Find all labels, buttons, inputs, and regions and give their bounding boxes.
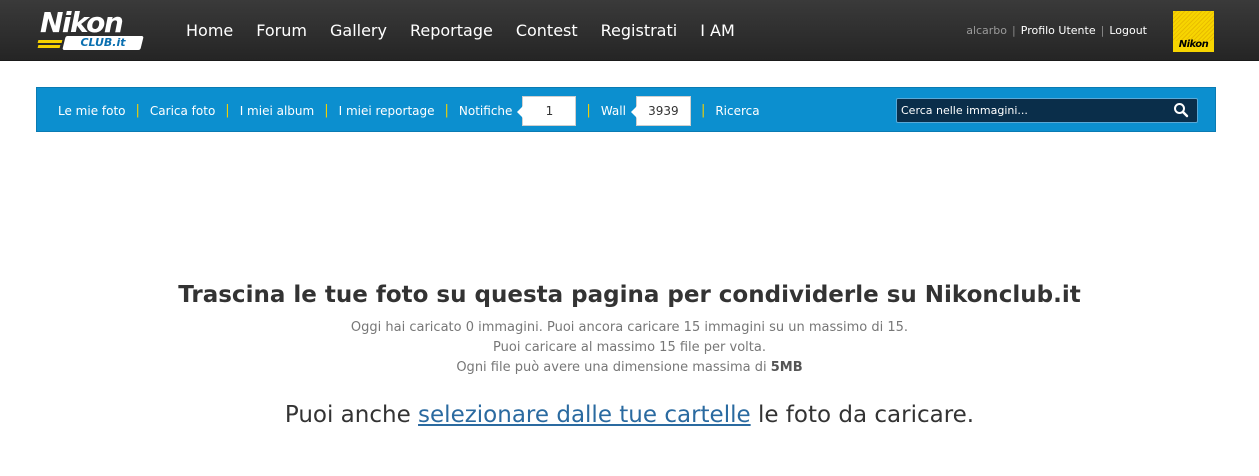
profile-link[interactable]: Profilo Utente: [1021, 24, 1096, 37]
subnav-upload-photos[interactable]: Carica foto: [150, 104, 215, 118]
subnav-notifications[interactable]: Notifiche: [459, 104, 513, 118]
nav-reportage[interactable]: Reportage: [410, 21, 493, 41]
logo-stripe: [37, 40, 63, 43]
select-suffix: le foto da caricare.: [757, 402, 975, 428]
subnav-my-albums[interactable]: I miei album: [240, 104, 315, 118]
main-nav: Home Forum Gallery Reportage Contest Reg…: [186, 0, 758, 61]
logo-sub-text: CLUB.it: [80, 36, 126, 49]
separator: |: [225, 103, 230, 118]
image-search-box: [896, 98, 1198, 123]
select-from-folders-link[interactable]: selezionare dalle tue cartelle: [418, 402, 751, 428]
subnav-wall[interactable]: Wall: [601, 104, 626, 118]
upload-info: Oggi hai caricato 0 immagini. Puoi ancor…: [0, 318, 1259, 378]
select-folders-line: Puoi anche selezionare dalle tue cartell…: [0, 400, 1259, 430]
nav-registrati[interactable]: Registrati: [601, 21, 678, 41]
nav-home[interactable]: Home: [186, 21, 233, 41]
nikonclub-logo[interactable]: Nikon CLUB.it: [37, 6, 146, 52]
nav-contest[interactable]: Contest: [516, 21, 578, 41]
subnav-search[interactable]: Ricerca: [715, 104, 759, 118]
separator: |: [444, 103, 449, 118]
max-size-label: Ogni file può avere una dimensione massi…: [456, 360, 767, 375]
nav-forum[interactable]: Forum: [256, 21, 307, 41]
separator: |: [1012, 24, 1016, 37]
upload-info-line: Oggi hai caricato 0 immagini. Puoi ancor…: [350, 320, 909, 335]
upload-headline: Trascina le tue foto su questa pagina pe…: [178, 282, 1081, 308]
separator: |: [700, 103, 706, 118]
logo-sub-badge: CLUB.it: [62, 36, 144, 50]
max-size-value: 5MB: [770, 360, 803, 375]
notifications-count[interactable]: 1: [517, 95, 577, 126]
user-nav: alcarbo | Profilo Utente | Logout: [966, 0, 1147, 61]
select-prefix: Puoi anche: [284, 402, 411, 428]
image-search-input[interactable]: [897, 99, 1167, 122]
upload-drop-area[interactable]: Trascina le tue foto su questa pagina pe…: [0, 280, 1259, 430]
separator: |: [586, 103, 591, 118]
sub-nav: Le mie foto | Carica foto | I miei album…: [58, 88, 760, 133]
badge-rays: [1173, 11, 1214, 41]
top-bar: Nikon CLUB.it Home Forum Gallery Reporta…: [0, 0, 1259, 61]
logo-stripe: [37, 45, 61, 48]
subnav-my-photos[interactable]: Le mie foto: [58, 104, 126, 118]
sub-nav-bar: Le mie foto | Carica foto | I miei album…: [36, 87, 1216, 132]
subnav-my-reportages[interactable]: I miei reportage: [339, 104, 435, 118]
nav-gallery[interactable]: Gallery: [330, 21, 387, 41]
nikon-brand-badge[interactable]: Nikon: [1173, 11, 1214, 52]
separator: |: [1100, 24, 1105, 37]
nav-i-am[interactable]: I AM: [700, 21, 735, 41]
username: alcarbo: [966, 24, 1008, 37]
logout-link[interactable]: Logout: [1109, 24, 1147, 37]
upload-info-line: Puoi caricare al massimo 15 file per vol…: [493, 340, 766, 355]
separator: |: [135, 103, 140, 118]
upload-info-line: Ogni file può avere una dimensione massi…: [0, 358, 1259, 378]
badge-text: Nikon: [1178, 39, 1209, 50]
logo-text: Nikon: [40, 6, 124, 39]
separator: |: [324, 103, 329, 118]
wall-count[interactable]: 3939: [630, 95, 691, 126]
search-icon[interactable]: [1173, 102, 1189, 118]
